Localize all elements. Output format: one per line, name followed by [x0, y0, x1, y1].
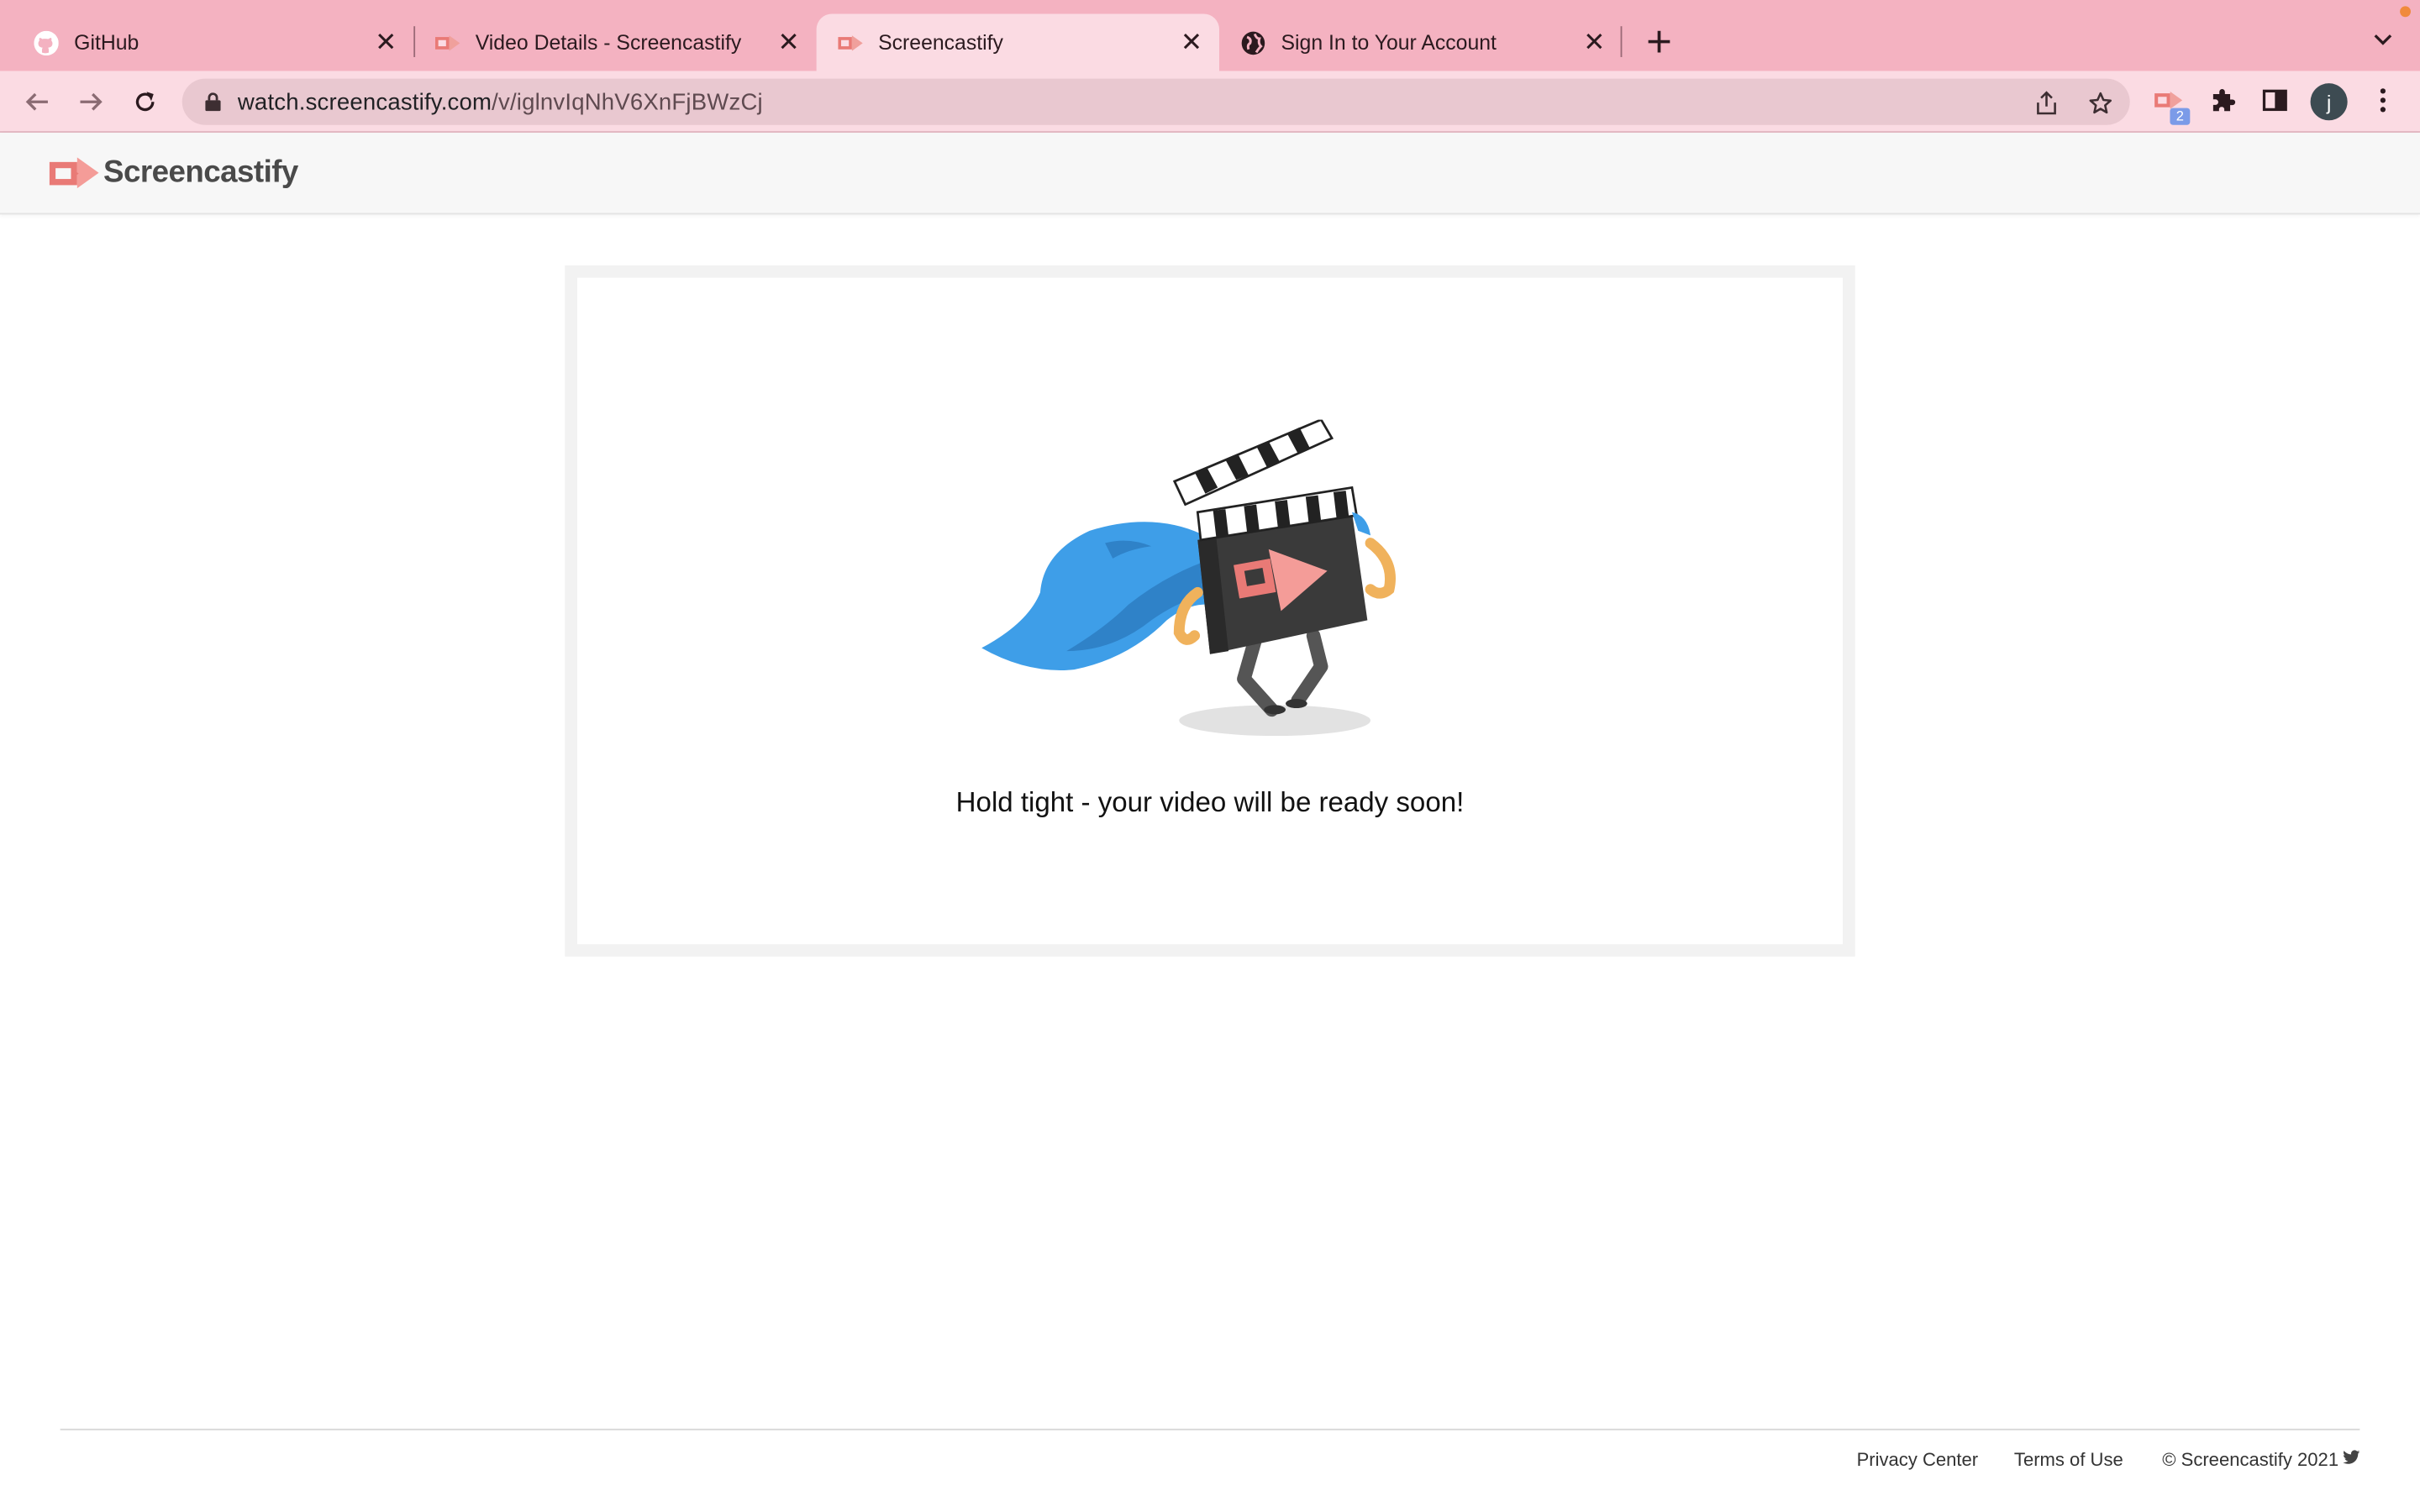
puzzle-piece-icon[interactable]	[2206, 83, 2239, 117]
copyright-text: © Screencastify 2021	[2162, 1448, 2339, 1471]
tab-screencastify[interactable]: Screencastify ✕	[816, 13, 1220, 71]
url-text: watch.screencastify.com/v/iglnvIqNhV6XnF…	[238, 89, 763, 115]
tab-search-chevron-icon[interactable]	[2368, 24, 2399, 55]
browser-window: GitHub ✕ Video Details - Screencastify ✕…	[0, 0, 2420, 1512]
url-path: /v/iglnvIqNhV6XnFjBWzCj	[492, 88, 763, 115]
superhero-clapperboard-illustration	[981, 419, 1396, 737]
github-icon	[34, 29, 59, 55]
side-panel-icon[interactable]	[2258, 83, 2291, 117]
tab-github[interactable]: GitHub ✕	[0, 14, 413, 71]
tab-title: Screencastify	[878, 30, 1003, 55]
tab-title: Sign In to Your Account	[1281, 30, 1497, 55]
close-icon[interactable]: ✕	[773, 27, 804, 58]
address-bar[interactable]: watch.screencastify.com/v/iglnvIqNhV6XnF…	[182, 78, 2130, 125]
lock-icon[interactable]	[201, 90, 225, 114]
close-icon[interactable]: ✕	[371, 27, 402, 58]
processing-card-frame: Hold tight - your video will be ready so…	[565, 265, 1855, 957]
terms-of-use-link[interactable]: Terms of Use	[2014, 1449, 2123, 1471]
close-icon[interactable]: ✕	[1176, 27, 1207, 58]
privacy-center-link[interactable]: Privacy Center	[1857, 1449, 1979, 1471]
brand-logo[interactable]: Screencastify	[49, 153, 298, 193]
extension-badge: 2	[2170, 108, 2191, 125]
profile-avatar[interactable]: j	[2310, 83, 2348, 121]
status-message: Hold tight - your video will be ready so…	[955, 786, 1465, 818]
tab-title: GitHub	[74, 30, 139, 55]
footer-divider	[60, 1428, 2360, 1431]
back-button[interactable]	[17, 81, 57, 122]
kebab-menu-icon[interactable]	[2366, 83, 2400, 117]
screencastify-logo-icon	[49, 157, 99, 189]
arrow-right-icon	[80, 92, 103, 111]
tab-video-details[interactable]: Video Details - Screencastify ✕	[413, 14, 816, 71]
recording-indicator	[2400, 6, 2411, 18]
reload-icon	[135, 92, 155, 112]
forward-button[interactable]	[71, 81, 111, 122]
url-domain: watch.screencastify.com	[237, 88, 492, 115]
tab-separator	[1620, 26, 1623, 57]
close-icon[interactable]: ✕	[1579, 27, 1610, 58]
browser-toolbar: watch.screencastify.com/v/iglnvIqNhV6XnF…	[0, 71, 2420, 133]
reload-button[interactable]	[125, 81, 166, 122]
processing-card: Hold tight - your video will be ready so…	[576, 277, 1844, 945]
bookmark-star-icon[interactable]	[2086, 90, 2114, 118]
brand-name: Screencastify	[103, 155, 298, 189]
globe-icon	[1241, 30, 1265, 55]
site-header: Screencastify	[0, 132, 2420, 215]
tab-strip: GitHub ✕ Video Details - Screencastify ✕…	[0, 0, 2420, 71]
tab-sign-in[interactable]: Sign In to Your Account ✕	[1219, 14, 1622, 71]
new-tab-button[interactable]	[1639, 22, 1680, 62]
screencastify-icon	[434, 30, 460, 55]
share-icon[interactable]	[2033, 90, 2060, 118]
tab-title: Video Details - Screencastify	[475, 30, 742, 55]
screencastify-icon	[838, 30, 863, 55]
arrow-left-icon	[25, 92, 48, 111]
twitter-icon[interactable]	[2343, 1449, 2360, 1466]
